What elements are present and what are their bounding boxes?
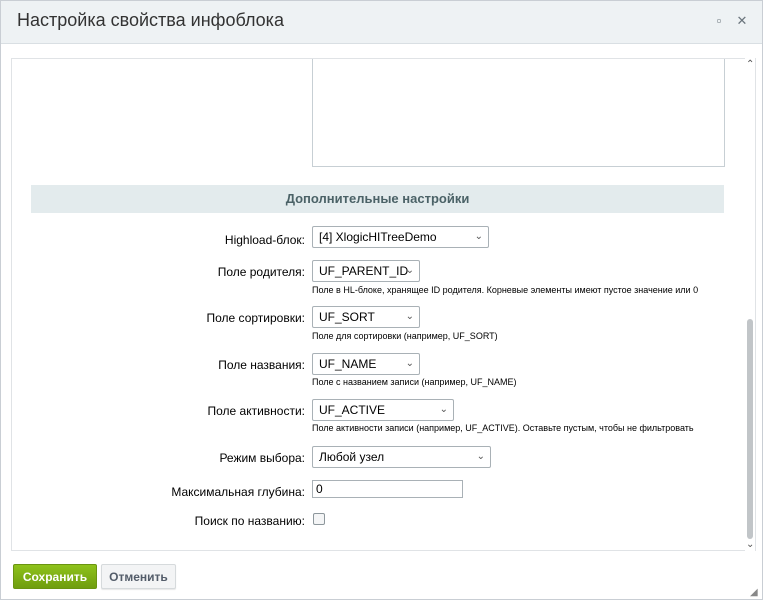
search-label: Поиск по названию: [194, 514, 305, 528]
name-select-value: UF_NAME [319, 357, 377, 371]
highload-select-value: [4] XlogicHITreeDemo [319, 230, 437, 244]
dialog: Настройка свойства инфоблока ▫ ✕ Дополни… [0, 0, 763, 600]
name-label: Поле названия: [218, 358, 305, 372]
chevron-down-icon: ⌄ [405, 311, 414, 322]
sort-select-value: UF_SORT [319, 310, 375, 324]
highload-select[interactable]: [4] XlogicHITreeDemo ⌄ [312, 226, 489, 248]
dialog-title: Настройка свойства инфоблока [17, 10, 284, 30]
parent-select[interactable]: UF_PARENT_ID ⌄ [312, 260, 420, 282]
sort-hint: Поле для сортировки (например, UF_SORT) [312, 331, 498, 341]
name-select[interactable]: UF_NAME ⌄ [312, 353, 420, 375]
cancel-button[interactable]: Отменить [101, 564, 176, 589]
parent-select-value: UF_PARENT_ID [319, 264, 409, 278]
textarea-field[interactable] [312, 59, 725, 167]
chevron-down-icon: ⌄ [474, 231, 483, 242]
mode-select-value: Любой узел [319, 450, 385, 464]
active-label: Поле активности: [207, 404, 305, 418]
scroll-down-icon[interactable]: ⌄ [746, 539, 754, 550]
save-button[interactable]: Сохранить [13, 564, 97, 589]
highload-label: Highload-блок: [224, 233, 305, 247]
parent-hint: Поле в HL-блоке, хранящее ID родителя. К… [312, 285, 699, 295]
sort-label: Поле сортировки: [206, 311, 305, 325]
sort-select[interactable]: UF_SORT ⌄ [312, 306, 420, 328]
chevron-down-icon: ⌄ [405, 265, 414, 276]
section-header: Дополнительные настройки [31, 185, 724, 213]
maximize-icon[interactable]: ▫ [712, 14, 726, 28]
search-checkbox[interactable] [313, 513, 325, 525]
chevron-down-icon: ⌄ [439, 404, 448, 415]
name-hint: Поле с названием записи (например, UF_NA… [312, 377, 517, 387]
active-select-value: UF_ACTIVE [319, 403, 386, 417]
active-hint: Поле активности записи (например, UF_ACT… [312, 423, 694, 433]
depth-input[interactable]: 0 [312, 480, 463, 498]
chevron-down-icon: ⌄ [476, 451, 485, 462]
active-select[interactable]: UF_ACTIVE ⌄ [312, 399, 454, 421]
dialog-titlebar: Настройка свойства инфоблока ▫ ✕ [1, 1, 762, 44]
depth-label: Максимальная глубина: [171, 485, 305, 499]
parent-label: Поле родителя: [217, 265, 305, 279]
mode-label: Режим выбора: [219, 451, 305, 465]
settings-panel: Дополнительные настройки Highload-блок: … [11, 58, 756, 551]
close-icon[interactable]: ✕ [735, 14, 749, 28]
scroll-up-icon[interactable]: ⌃ [746, 59, 754, 70]
chevron-down-icon: ⌄ [405, 358, 414, 369]
resize-handle-icon[interactable]: ◢ [750, 587, 758, 598]
scrollbar-thumb[interactable] [747, 319, 753, 539]
mode-select[interactable]: Любой узел ⌄ [312, 446, 491, 468]
